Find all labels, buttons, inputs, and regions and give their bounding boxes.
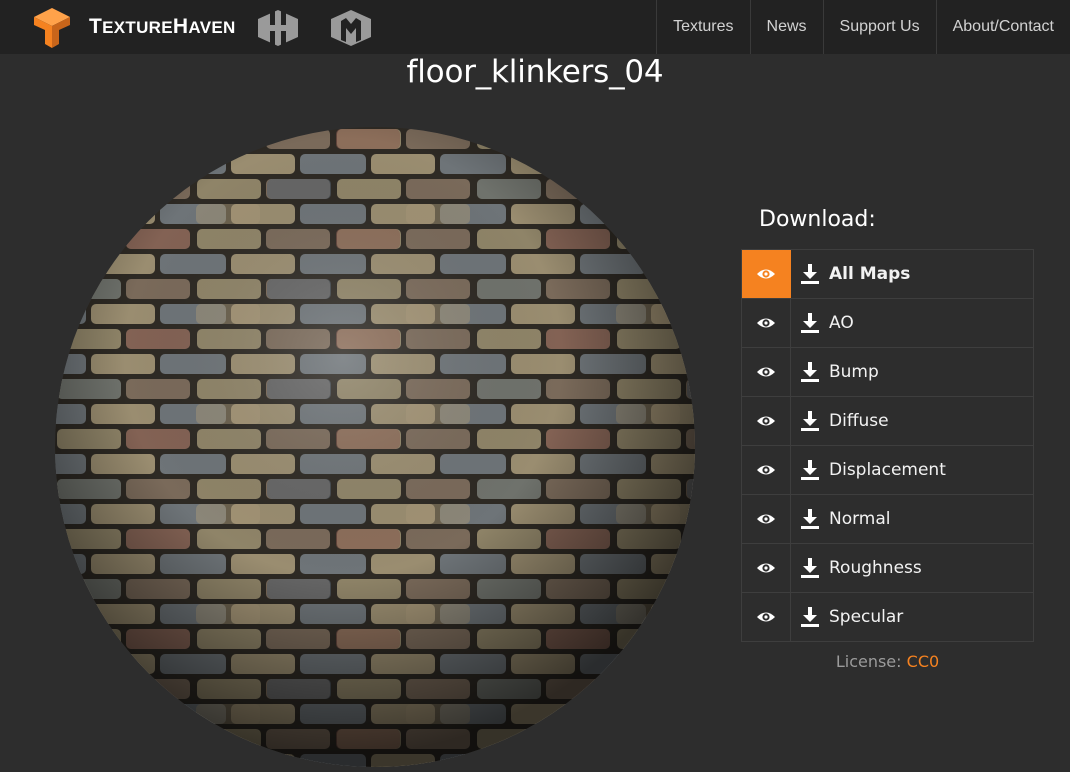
download-arrow-icon	[801, 313, 819, 333]
nav-links: Textures News Support Us About/Contact	[656, 0, 1070, 54]
brand-name[interactable]: TEXTUREHAVEN	[89, 14, 236, 41]
navbar: TEXTUREHAVEN Textures News Support Us Ab…	[0, 0, 1070, 54]
download-arrow-icon	[801, 558, 819, 578]
download-heading: Download:	[759, 207, 876, 232]
nav-link-news[interactable]: News	[749, 0, 823, 54]
license-link[interactable]: CC0	[907, 652, 940, 671]
preview-eye-icon[interactable]	[742, 348, 791, 396]
download-link-specular[interactable]: Specular	[791, 593, 1033, 641]
texture-haven-logo-icon[interactable]	[34, 8, 70, 48]
download-row-all-maps: All Maps	[741, 250, 1034, 299]
download-link-diffuse[interactable]: Diffuse	[791, 397, 1033, 445]
download-arrow-icon	[801, 509, 819, 529]
download-label: Diffuse	[829, 411, 889, 431]
nav-link-textures[interactable]: Textures	[656, 0, 749, 54]
download-arrow-icon	[801, 607, 819, 627]
download-row-displacement: Displacement	[741, 446, 1034, 495]
3d-model-haven-icon[interactable]	[331, 10, 371, 46]
download-link-all-maps[interactable]: All Maps	[791, 250, 1033, 298]
download-arrow-icon	[801, 362, 819, 382]
download-label: AO	[829, 313, 854, 333]
download-label: Specular	[829, 607, 904, 627]
download-label: Roughness	[829, 558, 922, 578]
page-title: floor_klinkers_04	[406, 54, 664, 90]
brand-part: T	[89, 15, 103, 38]
download-arrow-icon	[801, 264, 819, 284]
preview-eye-icon[interactable]	[742, 397, 791, 445]
download-row-bump: Bump	[741, 348, 1034, 397]
preview-eye-icon[interactable]	[742, 593, 791, 641]
license-label: License:	[835, 652, 902, 671]
download-link-bump[interactable]: Bump	[791, 348, 1033, 396]
download-row-ao: AO	[741, 299, 1034, 348]
download-arrow-icon	[801, 411, 819, 431]
preview-eye-icon[interactable]	[742, 446, 791, 494]
brand-part: EXTURE	[102, 18, 173, 37]
download-link-roughness[interactable]: Roughness	[791, 544, 1033, 592]
download-table: All Maps AO Bump Diffuse Displacement No…	[741, 249, 1034, 642]
nav-link-support-us[interactable]: Support Us	[822, 0, 936, 54]
download-row-diffuse: Diffuse	[741, 397, 1034, 446]
brand-part: H	[172, 15, 189, 38]
download-label: All Maps	[829, 264, 911, 284]
preview-eye-icon[interactable]	[742, 250, 791, 298]
preview-eye-icon[interactable]	[742, 299, 791, 347]
nav-link-about-contact[interactable]: About/Contact	[935, 0, 1070, 54]
preview-eye-icon[interactable]	[742, 495, 791, 543]
download-arrow-icon	[801, 460, 819, 480]
download-row-specular: Specular	[741, 593, 1034, 642]
preview-eye-icon[interactable]	[742, 544, 791, 592]
license-info: License: CC0	[741, 650, 1034, 674]
brand-part: AVEN	[188, 18, 236, 37]
download-link-normal[interactable]: Normal	[791, 495, 1033, 543]
download-link-ao[interactable]: AO	[791, 299, 1033, 347]
download-label: Bump	[829, 362, 879, 382]
download-label: Displacement	[829, 460, 946, 480]
hdri-haven-icon[interactable]	[258, 10, 298, 46]
download-label: Normal	[829, 509, 891, 529]
texture-preview-sphere	[54, 126, 696, 768]
download-row-roughness: Roughness	[741, 544, 1034, 593]
download-row-normal: Normal	[741, 495, 1034, 544]
download-link-displacement[interactable]: Displacement	[791, 446, 1033, 494]
